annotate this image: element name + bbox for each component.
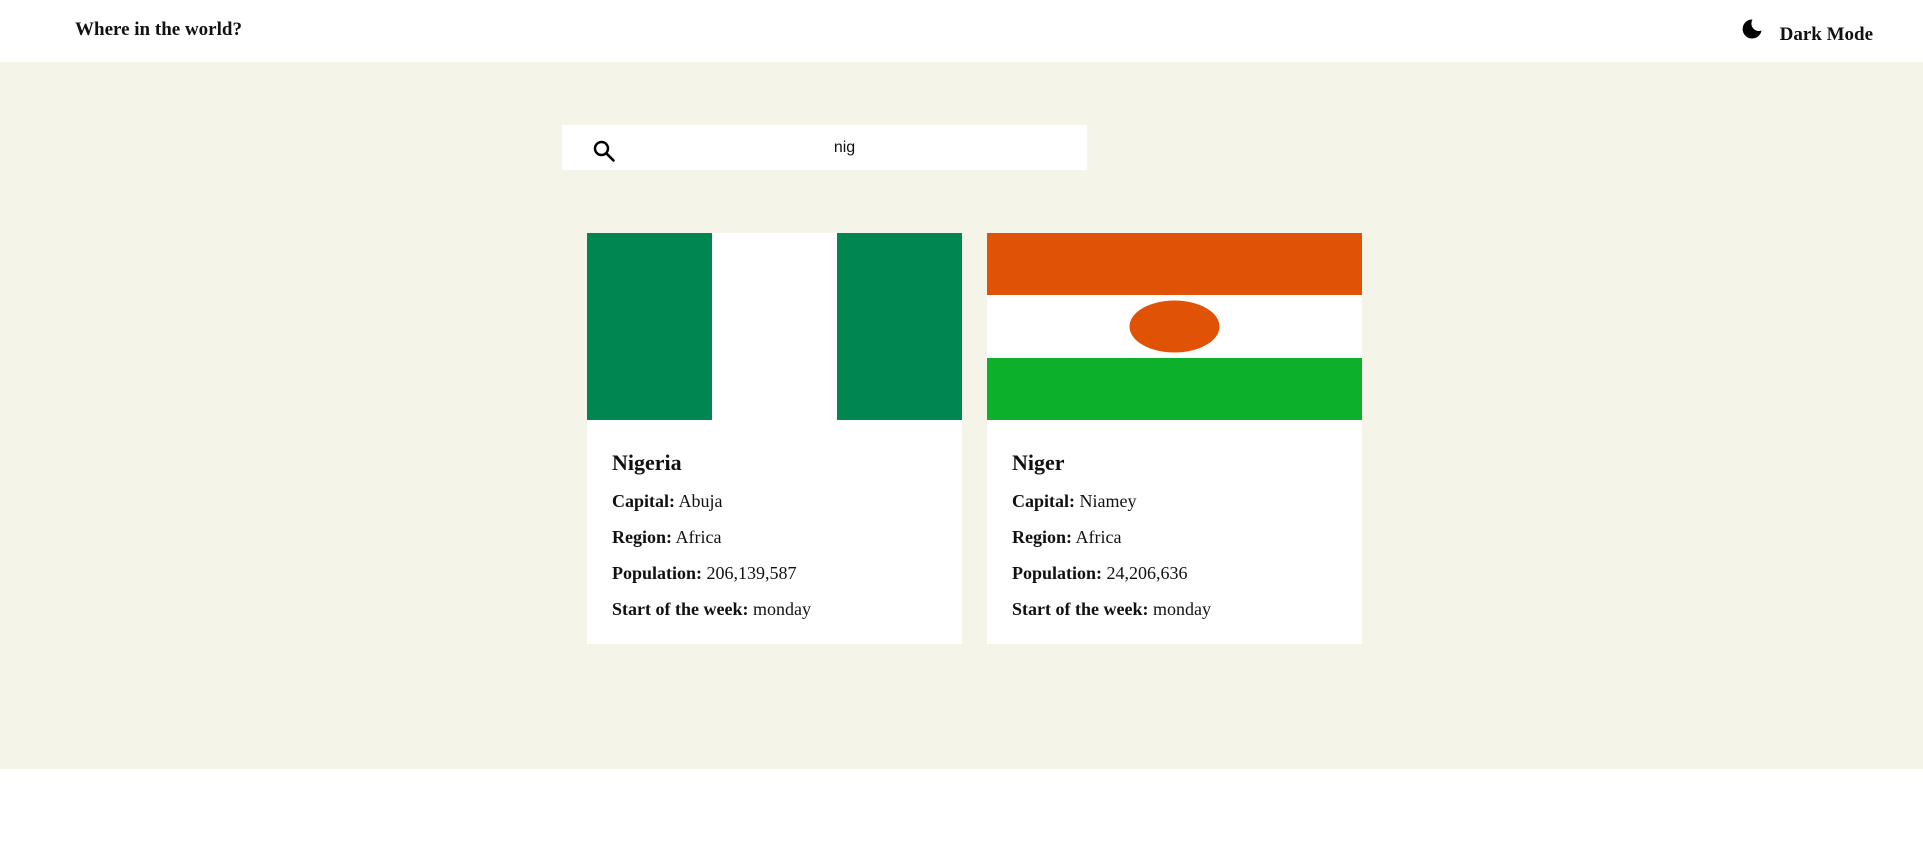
country-card-niger[interactable]: Niger Capital: Niamey Region: Africa Pop… xyxy=(987,233,1362,644)
week-start-value: monday xyxy=(752,599,811,619)
population-row: Population: 206,139,587 xyxy=(612,563,797,583)
app-title: Where in the world? xyxy=(75,19,242,40)
search-icon xyxy=(593,140,615,162)
flag-nigeria xyxy=(587,233,962,420)
region-value: Africa xyxy=(1075,527,1122,547)
population-row: Population: 24,206,636 xyxy=(1012,563,1188,583)
week-start-row: Start of the week: monday xyxy=(1012,599,1211,619)
country-name: Niger xyxy=(1012,450,1065,475)
capital-value: Abuja xyxy=(678,491,723,511)
search-input[interactable] xyxy=(632,125,1057,170)
capital-row: Capital: Niamey xyxy=(1012,491,1137,511)
country-card-nigeria[interactable]: Nigeria Capital: Abuja Region: Africa Po… xyxy=(587,233,962,644)
region-row: Region: Africa xyxy=(1012,527,1122,547)
week-start-value: monday xyxy=(1152,599,1211,619)
dark-mode-toggle[interactable]: Dark Mode xyxy=(1740,18,1873,46)
flag-niger xyxy=(987,233,1362,420)
region-value: Africa xyxy=(675,527,722,547)
population-value: 206,139,587 xyxy=(706,563,797,583)
capital-value: Niamey xyxy=(1079,491,1137,511)
app-header: Where in the world? Dark Mode xyxy=(0,0,1923,62)
main-content: Nigeria Capital: Abuja Region: Africa Po… xyxy=(0,62,1923,769)
capital-row: Capital: Abuja xyxy=(612,491,723,511)
dark-mode-label: Dark Mode xyxy=(1779,24,1873,45)
moon-icon xyxy=(1742,19,1762,39)
search-bar[interactable] xyxy=(562,125,1087,170)
region-row: Region: Africa xyxy=(612,527,722,547)
country-name: Nigeria xyxy=(612,450,682,475)
population-value: 24,206,636 xyxy=(1106,563,1188,583)
week-start-row: Start of the week: monday xyxy=(612,599,811,619)
